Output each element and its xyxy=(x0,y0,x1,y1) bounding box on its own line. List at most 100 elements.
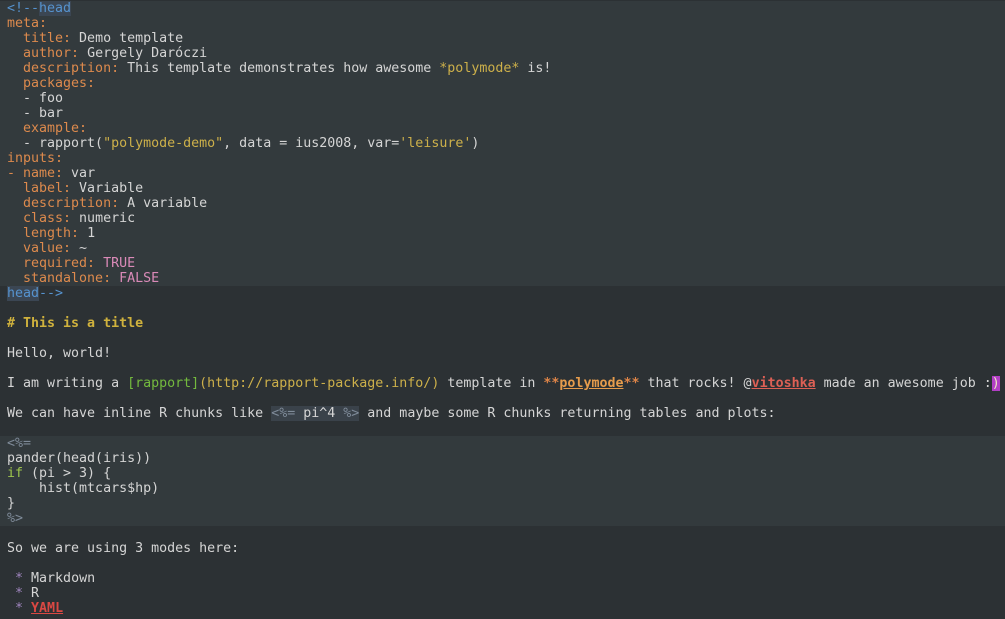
example-call-pre: - rapport( xyxy=(7,136,103,151)
yaml-key-packages: packages: xyxy=(7,76,95,91)
para2-text-a: We can have inline R chunks like xyxy=(7,406,271,421)
yaml-value-length: 1 xyxy=(79,226,95,241)
line-class: class: numeric xyxy=(0,211,1005,226)
inline-r-chunk: <%= pi^4 %> xyxy=(271,406,359,421)
blank-line xyxy=(0,301,1005,316)
yaml-value-description2: A variable xyxy=(119,196,207,211)
line-required: required: TRUE xyxy=(0,256,1005,271)
line-inputs: inputs: xyxy=(0,151,1005,166)
yaml-value-description-b: is! xyxy=(519,61,551,76)
markdown-link-url[interactable]: (http://rapport-package.info/) xyxy=(199,376,439,391)
para2-text-b: and maybe some R chunks returning tables… xyxy=(359,406,775,421)
line-mode-yaml: * YAML xyxy=(0,601,1005,616)
line-description2: description: A variable xyxy=(0,196,1005,211)
line-pkg-foo: - foo xyxy=(0,91,1005,106)
line-meta: meta: xyxy=(0,16,1005,31)
para1-text-a: I am writing a xyxy=(7,376,127,391)
paren-match-highlight: ) xyxy=(992,376,1000,391)
r-code-close-brace: } xyxy=(7,496,15,511)
yaml-value-author: Gergely Daróczi xyxy=(79,46,207,61)
yaml-key-description: description: xyxy=(7,61,119,76)
inline-chunk-close-delim: %> xyxy=(343,406,359,421)
blank-line xyxy=(0,331,1005,346)
para1-text-d: made an awesome job : xyxy=(816,376,992,391)
line-r-closebrace: } xyxy=(0,496,1005,511)
yaml-value-title: Demo template xyxy=(71,31,183,46)
list-item-yaml-link[interactable]: YAML xyxy=(31,601,63,616)
bullet-indent xyxy=(7,586,15,601)
list-item-yaml-space xyxy=(23,601,31,616)
constant-false: FALSE xyxy=(111,271,159,286)
yaml-key-standalone: standalone: xyxy=(7,271,111,286)
comment-close-delim: --> xyxy=(39,286,63,301)
line-value: value: ~ xyxy=(0,241,1005,256)
yaml-list-item-bar: - bar xyxy=(7,106,63,121)
line-chunk-close: %> xyxy=(0,511,1005,526)
blank-line xyxy=(0,526,1005,541)
line-head-close: head--> xyxy=(0,286,1005,301)
line-name: - name: var xyxy=(0,166,1005,181)
line-r-if: if (pi > 3) { xyxy=(0,466,1005,481)
yaml-key-required: required: xyxy=(7,256,95,271)
line-example-call: - rapport("polymode-demo", data = ius200… xyxy=(0,136,1005,151)
bold-delim-close: ** xyxy=(623,376,639,391)
bullet-icon: * xyxy=(15,571,23,586)
markdown-emphasis-polymode: *polymode* xyxy=(439,61,519,76)
chunk-name-head-open: head xyxy=(39,1,71,16)
blank-line xyxy=(0,556,1005,571)
yaml-key-meta: meta: xyxy=(7,16,47,31)
chunk-open-delim: <%= xyxy=(7,436,31,451)
line-mode-markdown: * Markdown xyxy=(0,571,1005,586)
markdown-heading: # This is a title xyxy=(7,316,143,331)
r-code-if-cond: (pi > 3) { xyxy=(23,466,111,481)
line-r-pander: pander(head(iris)) xyxy=(0,451,1005,466)
line-example: example: xyxy=(0,121,1005,136)
line-title: title: Demo template xyxy=(0,31,1005,46)
yaml-value-name: var xyxy=(63,166,95,181)
line-hello: Hello, world! xyxy=(0,346,1005,361)
line-r-hist: hist(mtcars$hp) xyxy=(0,481,1005,496)
chunk-name-head-close: head xyxy=(7,286,39,301)
line-packages: packages: xyxy=(0,76,1005,91)
yaml-key-class: class: xyxy=(7,211,71,226)
chunk-close-delim: %> xyxy=(7,511,23,526)
line-standalone: standalone: FALSE xyxy=(0,271,1005,286)
yaml-head-block: <!--head meta: title: Demo template auth… xyxy=(0,1,1005,286)
yaml-list-item-foo: - foo xyxy=(7,91,63,106)
blank-line xyxy=(0,391,1005,406)
bullet-indent xyxy=(7,571,15,586)
r-code-pander: pander(head(iris)) xyxy=(7,451,151,466)
line-chunk-open: <%= xyxy=(0,436,1005,451)
r-chunk-block: <%= pander(head(iris)) if (pi > 3) { his… xyxy=(0,436,1005,526)
list-item-r: R xyxy=(23,586,39,601)
r-keyword-if: if xyxy=(7,466,23,481)
line-pkg-bar: - bar xyxy=(0,106,1005,121)
yaml-key-length: length: xyxy=(7,226,79,241)
line-label: label: Variable xyxy=(0,181,1005,196)
line-para1: I am writing a [rapport](http://rapport-… xyxy=(0,376,1005,391)
line-description: description: This template demonstrates … xyxy=(0,61,1005,76)
r-code-hist: hist(mtcars$hp) xyxy=(7,481,159,496)
mention-link-vitoshka[interactable]: vitoshka xyxy=(752,376,816,391)
yaml-key-author: author: xyxy=(7,46,79,61)
line-para2: We can have inline R chunks like <%= pi^… xyxy=(0,406,1005,421)
line-modes: So we are using 3 modes here: xyxy=(0,541,1005,556)
yaml-value-label: Variable xyxy=(71,181,143,196)
string-polymode-demo: "polymode-demo" xyxy=(103,136,223,151)
constant-true: TRUE xyxy=(95,256,135,271)
yaml-key-title: title: xyxy=(7,31,71,46)
yaml-key-value: value: xyxy=(7,241,71,256)
line-length: length: 1 xyxy=(0,226,1005,241)
emacs-buffer[interactable]: <!--head meta: title: Demo template auth… xyxy=(0,0,1005,619)
bullet-indent xyxy=(7,601,15,616)
markdown-link-text[interactable]: [rapport] xyxy=(127,376,199,391)
yaml-value-value: ~ xyxy=(71,241,87,256)
paragraph-hello: Hello, world! xyxy=(7,346,111,361)
inline-chunk-code: pi^4 xyxy=(295,406,343,421)
yaml-key-example: example: xyxy=(7,121,87,136)
yaml-key-name: - name: xyxy=(7,166,63,181)
list-item-markdown: Markdown xyxy=(23,571,95,586)
bold-link-polymode[interactable]: polymode xyxy=(559,376,623,391)
string-leisure: 'leisure' xyxy=(399,136,471,151)
line-author: author: Gergely Daróczi xyxy=(0,46,1005,61)
